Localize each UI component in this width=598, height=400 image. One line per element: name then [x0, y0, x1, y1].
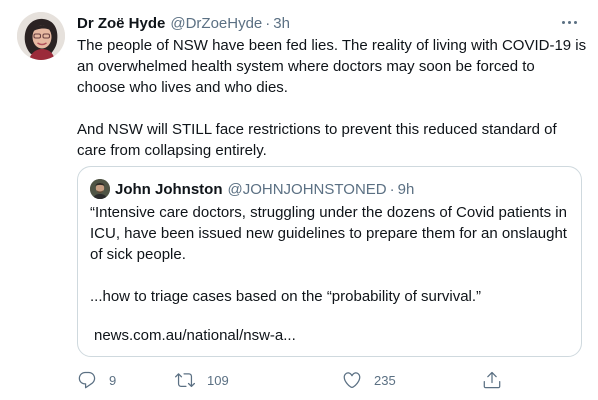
- quoted-tweet-paragraph: “Intensive care doctors, struggling unde…: [90, 204, 567, 263]
- reply-button[interactable]: 9: [77, 369, 116, 391]
- quoted-tweet-link[interactable]: news.com.au/national/nsw-a...: [94, 325, 296, 346]
- like-button[interactable]: 235: [342, 369, 396, 391]
- separator-dot: ·: [265, 14, 271, 32]
- retweet-button[interactable]: 109: [175, 369, 229, 391]
- share-icon: [483, 371, 501, 389]
- tweet-timestamp[interactable]: 3h: [273, 15, 290, 32]
- tweet-actions-bar: 9 109 235: [77, 369, 582, 391]
- quoted-tweet-paragraph: ...how to triage cases based on the “pro…: [90, 288, 482, 305]
- tweet-text: The people of NSW have been fed lies. Th…: [77, 35, 587, 161]
- reply-icon: [78, 371, 96, 389]
- quoted-tweet-header: John Johnston @JOHNJOHNSTONED · 9h: [90, 179, 569, 199]
- quoted-tweet-timestamp: 9h: [397, 180, 415, 198]
- quoted-tweet-text: “Intensive care doctors, struggling unde…: [90, 202, 570, 307]
- tweet: Dr Zoë Hyde @DrZoeHyde · 3h The people o…: [0, 0, 598, 400]
- more-options-button[interactable]: [558, 14, 580, 30]
- separator-dot: ·: [389, 180, 395, 198]
- quoted-author-display-name: John Johnston: [115, 180, 223, 198]
- author-display-name[interactable]: Dr Zoë Hyde: [77, 15, 165, 32]
- share-button[interactable]: [482, 369, 502, 391]
- like-count: 235: [374, 372, 396, 388]
- tweet-header: Dr Zoë Hyde @DrZoeHyde · 3h: [77, 12, 582, 34]
- quoted-author-avatar: [90, 179, 110, 199]
- author-avatar[interactable]: [17, 12, 65, 60]
- tweet-paragraph: And NSW will STILL face restrictions to …: [77, 121, 557, 159]
- heart-icon: [343, 372, 361, 389]
- reply-count: 9: [109, 372, 117, 388]
- retweet-count: 109: [207, 372, 229, 388]
- author-handle[interactable]: @DrZoeHyde: [170, 15, 262, 32]
- retweet-icon: [175, 373, 195, 388]
- quoted-author-handle: @JOHNJOHNSTONED: [227, 180, 387, 198]
- tweet-paragraph: The people of NSW have been fed lies. Th…: [77, 37, 587, 96]
- quoted-tweet-card[interactable]: John Johnston @JOHNJOHNSTONED · 9h “Inte…: [77, 166, 582, 357]
- more-dots-icon: [561, 20, 565, 24]
